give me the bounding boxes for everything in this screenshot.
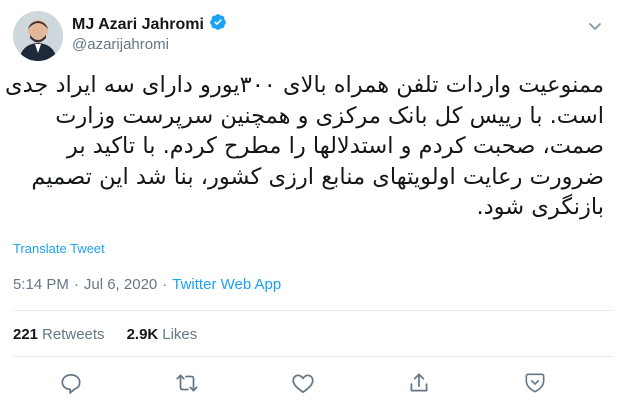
likes-label: Likes	[162, 326, 198, 343]
likes-count: 2.9K	[126, 326, 159, 343]
verified-icon	[209, 13, 227, 36]
meta-separator: ·	[162, 276, 168, 293]
divider	[13, 310, 614, 311]
share-icon[interactable]	[406, 370, 432, 396]
caret-down-icon[interactable]	[585, 16, 605, 36]
retweets-count: 221	[13, 326, 39, 343]
author-name-row[interactable]: MJ Azari Jahromi	[72, 13, 227, 36]
tweet-date[interactable]: Jul 6, 2020	[84, 276, 157, 293]
divider	[13, 356, 614, 357]
reply-icon[interactable]	[58, 370, 84, 396]
avatar[interactable]	[13, 11, 63, 61]
retweets-label: Retweets	[42, 326, 105, 343]
tweet-time[interactable]: 5:14 PM	[13, 276, 69, 293]
tweet-text: ممنوعیت واردات تلفن همراه بالای ۳۰۰یورو …	[4, 72, 604, 220]
analytics-icon[interactable]	[522, 370, 548, 396]
author-handle[interactable]: @azarijahromi	[72, 36, 169, 53]
tweet-source[interactable]: Twitter Web App	[172, 276, 281, 293]
likes-stat[interactable]: 2.9K Likes	[127, 326, 198, 343]
action-bar	[0, 370, 627, 400]
like-icon[interactable]	[290, 370, 316, 396]
retweet-icon[interactable]	[174, 370, 200, 396]
tweet-meta: 5:14 PM · Jul 6, 2020 · Twitter Web App	[13, 276, 281, 293]
translate-tweet-link[interactable]: Translate Tweet	[13, 241, 105, 256]
retweets-stat[interactable]: 221 Retweets	[13, 326, 105, 343]
author-name[interactable]: MJ Azari Jahromi	[72, 16, 204, 34]
meta-separator: ·	[73, 276, 79, 293]
tweet-stats: 221 Retweets 2.9K Likes	[13, 326, 197, 343]
tweet-card: MJ Azari Jahromi @azarijahromi ممنوعیت و…	[0, 0, 627, 420]
